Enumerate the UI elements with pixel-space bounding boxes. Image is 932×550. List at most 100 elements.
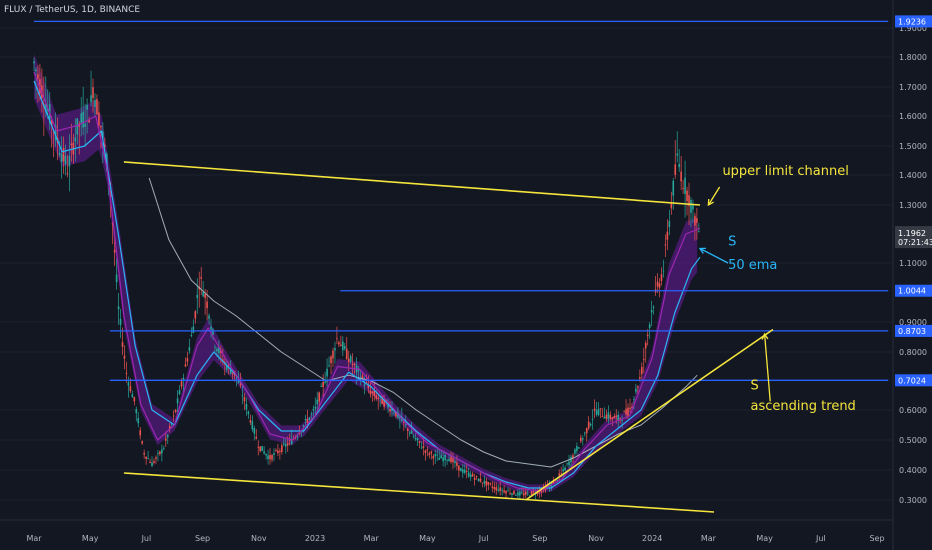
candle-body (139, 430, 142, 436)
candle-body (574, 449, 576, 454)
candle-body (342, 341, 344, 351)
level-price-value: 1.0044 (898, 287, 926, 296)
y-tick-label: 1.4000 (899, 171, 927, 180)
candle-body (163, 448, 165, 450)
candle-body (172, 415, 175, 417)
candle-body (690, 200, 692, 213)
candle-body (261, 446, 263, 452)
price-chart[interactable]: upper limit channel S 50 ema Sascending tre… (0, 0, 932, 550)
x-tick-label: 2023 (305, 534, 325, 543)
candle-body (340, 344, 342, 347)
candle-body (593, 408, 596, 411)
candle-body (465, 471, 468, 472)
candle-body (416, 438, 419, 441)
candle-body (269, 455, 271, 460)
candle-body (627, 407, 629, 416)
y-tick-label: 1.6000 (899, 112, 927, 121)
candle-body (345, 348, 348, 360)
candle-body (617, 415, 619, 421)
candle-body (267, 455, 269, 460)
candle-body (460, 468, 462, 472)
candle-body (131, 394, 134, 398)
candle-body (145, 456, 147, 459)
candle-body (469, 474, 472, 478)
candle-body (375, 395, 378, 399)
candle-body (564, 467, 566, 471)
candle-body (446, 459, 448, 461)
candle-body (121, 342, 124, 347)
candle-body (35, 69, 37, 72)
candle-body (682, 188, 684, 189)
candle-body (127, 382, 130, 386)
candle-body (62, 147, 65, 162)
candle-body (406, 428, 409, 431)
candle-body (196, 294, 199, 299)
candle-body (467, 472, 470, 477)
candle-body (479, 478, 482, 482)
x-tick-label: Mar (26, 534, 42, 543)
candle-body (349, 356, 352, 362)
candle-body (190, 334, 193, 336)
candle-body (633, 399, 635, 400)
candle-body (519, 491, 521, 496)
candle-body (517, 492, 519, 496)
candle-body (615, 415, 618, 417)
candle-body (164, 438, 167, 441)
candle-body (257, 446, 260, 448)
candle-body (414, 438, 417, 440)
candle-body (662, 270, 665, 272)
candle-body (664, 244, 667, 246)
candle-body (96, 99, 98, 115)
candle-body (84, 123, 86, 127)
candle-body (450, 456, 452, 463)
candle-body (458, 465, 460, 471)
candle-body (322, 381, 324, 387)
candle-body (74, 137, 77, 142)
x-tick-label: Mar (364, 534, 380, 543)
candle-body (363, 384, 366, 386)
candle-body (629, 407, 631, 410)
candle-body (599, 408, 602, 410)
candle-body (64, 155, 67, 165)
candle-body (314, 406, 317, 409)
candle-body (353, 363, 356, 365)
candle-body (393, 412, 395, 414)
candle-body (650, 310, 653, 313)
x-tick-label: Sep (195, 534, 210, 543)
candle-body (495, 487, 498, 491)
candle-body (202, 291, 204, 297)
candle-body (583, 432, 586, 434)
candle-body (481, 482, 484, 484)
candle-body (180, 381, 183, 387)
candle-body (277, 450, 279, 454)
candle-body (351, 363, 354, 365)
x-tick-label: May (756, 534, 773, 543)
candle-body (623, 411, 625, 413)
candle-body (473, 477, 476, 480)
candle-body (166, 435, 169, 438)
candle-body (113, 249, 116, 253)
level-price-value: 0.8703 (898, 327, 926, 336)
candle-body (448, 459, 450, 462)
candle-body (312, 408, 315, 411)
candle-body (656, 281, 659, 287)
candle-body (442, 457, 444, 462)
candle-body (489, 483, 492, 485)
candle-body (178, 390, 181, 395)
candle-body (696, 218, 698, 223)
last-price-value: 1.1962 (898, 229, 926, 238)
candle-body (609, 414, 612, 419)
candle-body (410, 430, 413, 434)
candle-body (611, 417, 614, 420)
candle-body (475, 475, 478, 477)
candle-body (625, 408, 627, 415)
candle-body (471, 473, 474, 477)
annotation-label: S (728, 235, 736, 250)
candle-body (589, 423, 592, 426)
candle-body (133, 397, 136, 402)
candle-body (686, 190, 688, 202)
y-tick-label: 1.1000 (899, 259, 927, 268)
candle-body (143, 452, 145, 455)
candle-body (149, 461, 151, 463)
candle-body (255, 436, 258, 439)
